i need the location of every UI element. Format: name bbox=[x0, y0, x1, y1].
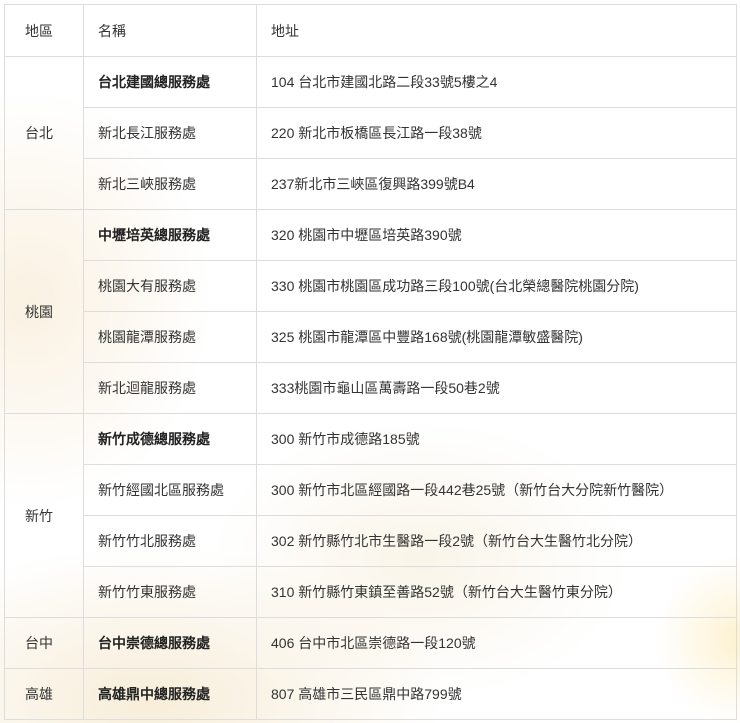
table-row: 新竹 新竹成德總服務處 300 新竹市成德路185號 bbox=[4, 413, 737, 618]
table-row: 新竹竹東服務處 310 新竹縣竹東鎮至善路52號（新竹台大生醫竹東分院） bbox=[5, 566, 737, 618]
table-row: 新北三峽服務處 237新北市三峽區復興路399號B4 bbox=[5, 158, 737, 210]
header-name: 名稱 bbox=[83, 4, 257, 57]
office-name-cell: 中壢培英總服務處 bbox=[83, 209, 257, 261]
office-name-cell: 新竹成德總服務處 bbox=[83, 413, 257, 465]
office-address-cell: 310 新竹縣竹東鎮至善路52號（新竹台大生醫竹東分院） bbox=[256, 566, 737, 618]
office-name-cell: 高雄鼎中總服務處 bbox=[83, 668, 257, 720]
region-cell: 台北 bbox=[4, 56, 84, 210]
office-name-cell: 桃園大有服務處 bbox=[83, 260, 257, 312]
office-name-cell: 台中崇德總服務處 bbox=[83, 617, 257, 669]
office-address-cell: 300 新竹市北區經國路一段442巷25號（新竹台大分院新竹醫院） bbox=[256, 464, 737, 516]
office-address-cell: 220 新北市板橋區長江路一段38號 bbox=[256, 107, 737, 159]
office-address-cell: 807 高雄市三民區鼎中路799號 bbox=[256, 668, 737, 720]
table-row: 台北 台北建國總服務處 104 台北市建國北路二段33號5樓之4 bbox=[4, 56, 737, 210]
office-name-cell: 新北長江服務處 bbox=[83, 107, 257, 159]
table-row: 桃園大有服務處 330 桃園市桃園區成功路三段100號(台北榮總醫院桃園分院) bbox=[5, 260, 737, 312]
office-address-cell: 237新北市三峽區復興路399號B4 bbox=[256, 158, 737, 210]
office-name-cell: 新北三峽服務處 bbox=[83, 158, 257, 210]
table-row: 新竹竹北服務處 302 新竹縣竹北市生醫路一段2號（新竹台大生醫竹北分院） bbox=[5, 515, 737, 567]
office-address-cell: 300 新竹市成德路185號 bbox=[256, 413, 737, 465]
table-row: 桃園龍潭服務處 325 桃園市龍潭區中豐路168號(桃園龍潭敏盛醫院) bbox=[5, 311, 737, 363]
table-row: 新北長江服務處 220 新北市板橋區長江路一段38號 bbox=[5, 107, 737, 159]
region-cell: 新竹 bbox=[4, 413, 84, 618]
office-name-cell: 新竹經國北區服務處 bbox=[83, 464, 257, 516]
office-name-cell: 桃園龍潭服務處 bbox=[83, 311, 257, 363]
table-row: 新竹經國北區服務處 300 新竹市北區經國路一段442巷25號（新竹台大分院新竹醫… bbox=[5, 464, 737, 516]
office-name-cell: 新竹竹北服務處 bbox=[83, 515, 257, 567]
table-row: 台中 台中崇德總服務處 406 台中市北區崇德路一段120號 bbox=[4, 617, 737, 669]
office-name-cell: 新竹竹東服務處 bbox=[83, 566, 257, 618]
table-row: 新北迴龍服務處 333桃園市龜山區萬壽路一段50巷2號 bbox=[5, 362, 737, 414]
office-address-cell: 333桃園市龜山區萬壽路一段50巷2號 bbox=[256, 362, 737, 414]
office-name-cell: 新北迴龍服務處 bbox=[83, 362, 257, 414]
region-cell: 桃園 bbox=[4, 209, 84, 414]
office-address-cell: 104 台北市建國北路二段33號5樓之4 bbox=[256, 56, 737, 108]
region-cell: 台中 bbox=[4, 617, 84, 669]
office-address-cell: 325 桃園市龍潭區中豐路168號(桃園龍潭敏盛醫院) bbox=[256, 311, 737, 363]
table-row: 桃園 中壢培英總服務處 320 桃園市中壢區培英路390號 bbox=[4, 209, 737, 414]
office-address-cell: 302 新竹縣竹北市生醫路一段2號（新竹台大生醫竹北分院） bbox=[256, 515, 737, 567]
table-header-row: 地區 名稱 地址 bbox=[4, 4, 737, 57]
office-address-cell: 330 桃園市桃園區成功路三段100號(台北榮總醫院桃園分院) bbox=[256, 260, 737, 312]
office-address-cell: 406 台中市北區崇德路一段120號 bbox=[256, 617, 737, 669]
office-name-cell: 台北建國總服務處 bbox=[83, 56, 257, 108]
service-locations-table: 地區 名稱 地址 台北 台北建國總服務處 104 台北市建國北路二段33號5樓之4 新… bbox=[4, 4, 737, 720]
office-address-cell: 320 桃園市中壢區培英路390號 bbox=[256, 209, 737, 261]
header-address: 地址 bbox=[256, 4, 737, 57]
table-row: 高雄 高雄鼎中總服務處 807 高雄市三民區鼎中路799號 bbox=[4, 668, 737, 720]
header-region: 地區 bbox=[4, 4, 84, 57]
region-cell: 高雄 bbox=[4, 668, 84, 720]
